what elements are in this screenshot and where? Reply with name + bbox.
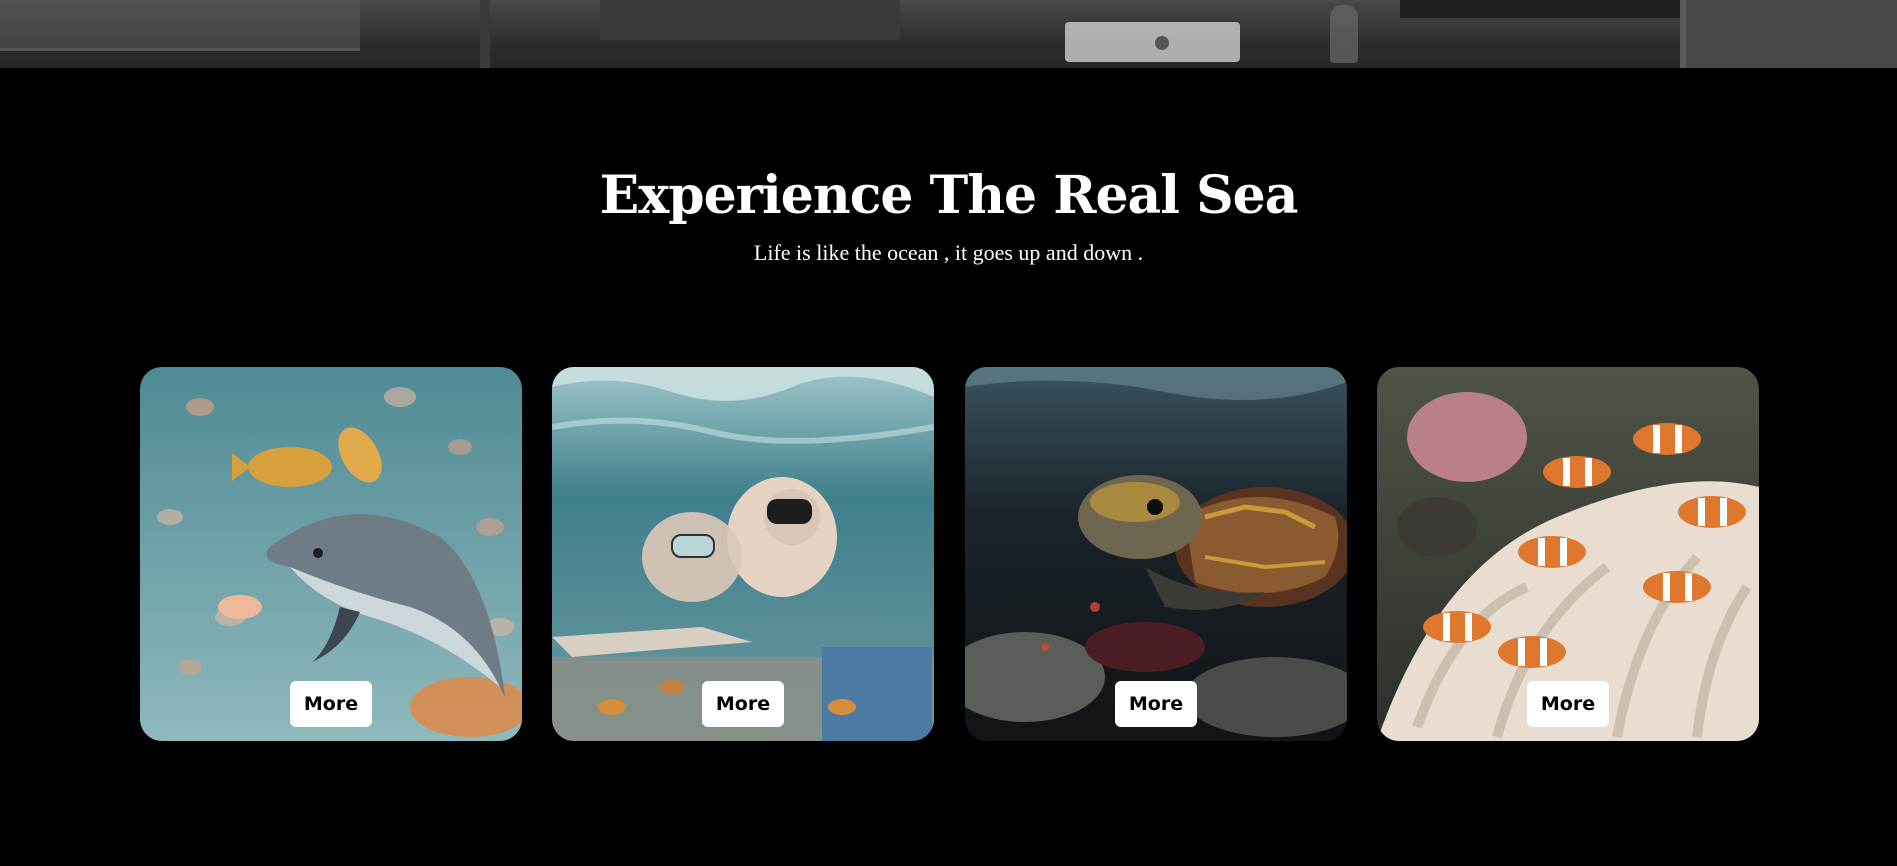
card-dolphin: More (140, 367, 522, 741)
section-subtitle: Life is like the ocean , it goes up and … (753, 240, 1144, 265)
more-button[interactable]: More (290, 681, 372, 727)
more-button[interactable]: More (1115, 681, 1197, 727)
hero-table-shape (0, 0, 360, 51)
card-snorkelers: More (552, 367, 934, 741)
hero-vase-shape (1330, 5, 1358, 63)
hero-projector-shape (1065, 22, 1240, 62)
section-title: Experience The Real Sea (599, 165, 1299, 226)
more-button[interactable]: More (1527, 681, 1609, 727)
hero-projector-lens (1155, 36, 1169, 50)
hero-sofa-shape (600, 0, 900, 40)
card-clownfish: More (1377, 367, 1759, 741)
card-turtle: More (965, 367, 1347, 741)
hero-leg-shape (480, 0, 490, 68)
more-button[interactable]: More (702, 681, 784, 727)
hero-frame-shape (1680, 0, 1897, 68)
hero-shadow-shape (1400, 0, 1680, 18)
hero-image (0, 0, 1897, 68)
